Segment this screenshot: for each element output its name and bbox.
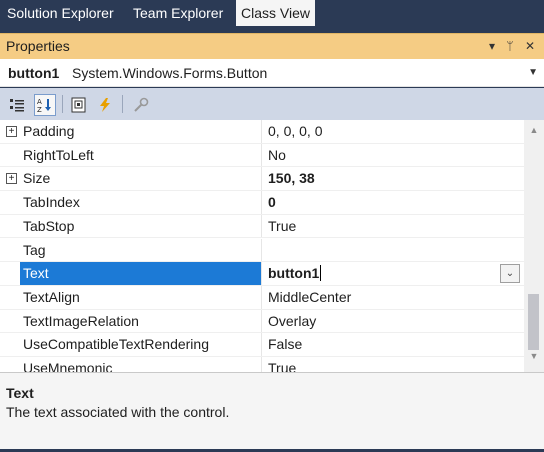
description-text: The text associated with the control.: [6, 404, 230, 420]
object-selector[interactable]: button1 System.Windows.Forms.Button ▼: [0, 59, 544, 87]
row-margin: [0, 285, 20, 309]
row-margin: [0, 238, 20, 262]
property-value[interactable]: 150, 38: [263, 167, 524, 190]
property-value-text: button1: [268, 265, 320, 282]
row-margin: [0, 143, 20, 167]
vertical-scrollbar[interactable]: ▲ ▼: [524, 120, 544, 372]
close-icon[interactable]: ✕: [522, 37, 538, 55]
object-name: button1: [8, 65, 60, 81]
alphabetical-icon[interactable]: A Z: [34, 94, 56, 116]
property-pages-icon[interactable]: [68, 94, 90, 116]
svg-text:A: A: [37, 98, 42, 106]
property-row-tag[interactable]: Tag: [0, 238, 524, 263]
property-value[interactable]: MiddleCenter: [263, 286, 524, 309]
property-name: TabStop: [20, 214, 262, 238]
property-row-padding[interactable]: + Padding 0, 0, 0, 0: [0, 120, 524, 144]
property-name: TabIndex: [20, 191, 262, 214]
tab-class-view[interactable]: Class View: [236, 0, 315, 26]
property-row-text[interactable]: Text button1 ⌄: [0, 262, 524, 286]
expand-icon[interactable]: +: [6, 126, 17, 137]
window-position-dropdown-icon[interactable]: ▾: [484, 37, 500, 55]
scrollbar-thumb[interactable]: [528, 294, 539, 350]
properties-title-bar: Properties ▾ ᛘ ✕: [0, 33, 544, 59]
property-value[interactable]: [263, 239, 524, 262]
categorized-icon[interactable]: [6, 94, 28, 116]
property-name: Size: [20, 167, 262, 191]
text-caret: [320, 265, 322, 282]
property-name: RightToLeft: [20, 143, 262, 167]
property-value[interactable]: Overlay: [263, 310, 524, 333]
property-value[interactable]: False: [263, 333, 524, 356]
chevron-down-icon[interactable]: ⌄: [500, 264, 520, 284]
tool-window-tabstrip: Solution Explorer Team Explorer Class Vi…: [0, 0, 544, 33]
property-name: TextImageRelation: [20, 309, 262, 333]
property-row-size[interactable]: + Size 150, 38: [0, 167, 524, 192]
row-margin: [0, 333, 20, 356]
property-name: TextAlign: [20, 285, 262, 309]
property-row-textalign[interactable]: TextAlign MiddleCenter: [0, 285, 524, 310]
property-row-usemnemonic[interactable]: UseMnemonic True: [0, 357, 524, 372]
property-name: Tag: [20, 238, 262, 262]
pin-icon[interactable]: ᛘ: [502, 37, 518, 55]
property-value[interactable]: No: [263, 144, 524, 167]
property-row-tabstop[interactable]: TabStop True: [0, 214, 524, 239]
row-margin: [0, 357, 20, 372]
panel-title: Properties: [6, 38, 70, 54]
scroll-up-icon[interactable]: ▲: [524, 122, 544, 138]
property-value[interactable]: True: [263, 215, 524, 238]
row-margin: [0, 214, 20, 238]
property-name: UseCompatibleTextRendering: [20, 333, 262, 356]
row-margin: [0, 309, 20, 333]
tab-team-explorer[interactable]: Team Explorer: [128, 0, 228, 26]
svg-text:Z: Z: [37, 106, 42, 113]
chevron-down-icon[interactable]: ▼: [528, 67, 538, 78]
settings-wrench-icon[interactable]: [130, 94, 152, 116]
property-name: Text: [20, 262, 262, 285]
property-value-editor[interactable]: button1: [263, 262, 524, 285]
property-value[interactable]: 0, 0, 0, 0: [263, 120, 524, 143]
scroll-down-icon[interactable]: ▼: [524, 348, 544, 364]
property-row-tabindex[interactable]: TabIndex 0: [0, 191, 524, 215]
expand-icon[interactable]: +: [6, 173, 17, 185]
property-row-usecompatibletextrendering[interactable]: UseCompatibleTextRendering False: [0, 333, 524, 357]
object-type: System.Windows.Forms.Button: [72, 65, 268, 81]
property-row-righttoleft[interactable]: RightToLeft No: [0, 143, 524, 168]
row-margin: [0, 262, 20, 285]
toolbar-separator: [62, 95, 63, 113]
property-name: UseMnemonic: [20, 357, 262, 372]
property-grid: + Padding 0, 0, 0, 0 RightToLeft No + Si…: [0, 120, 524, 372]
description-title: Text: [6, 385, 34, 401]
property-name: Padding: [20, 120, 262, 143]
property-row-textimagerelation[interactable]: TextImageRelation Overlay: [0, 309, 524, 334]
properties-toolbar: A Z: [0, 88, 544, 120]
description-pane: Text The text associated with the contro…: [0, 372, 544, 452]
row-margin: [0, 191, 20, 214]
property-value[interactable]: 0: [263, 191, 524, 214]
toolbar-separator: [122, 95, 123, 113]
property-value[interactable]: True: [263, 357, 524, 372]
events-icon[interactable]: [94, 94, 116, 116]
tab-solution-explorer[interactable]: Solution Explorer: [2, 0, 119, 26]
